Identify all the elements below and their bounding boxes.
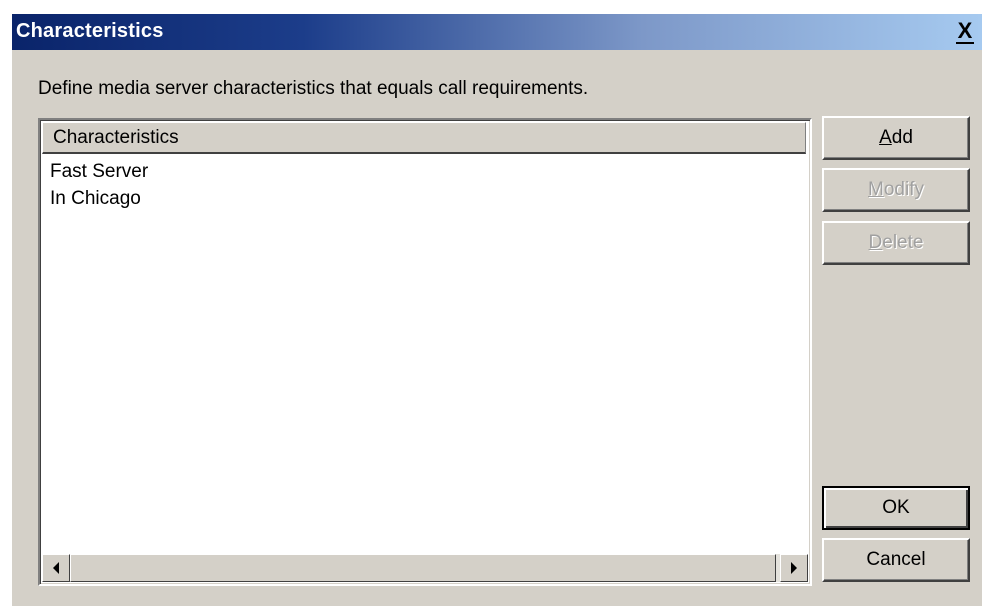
scroll-left-arrow-icon — [53, 562, 59, 574]
list-rows: Fast Server In Chicago — [50, 158, 806, 212]
ok-button[interactable]: OK — [822, 486, 970, 530]
delete-accelerator: D — [868, 232, 883, 253]
scroll-left-button[interactable] — [42, 554, 70, 582]
scroll-thumb[interactable] — [70, 554, 776, 582]
scroll-right-button[interactable] — [780, 554, 808, 582]
modify-accelerator: M — [868, 179, 884, 200]
modify-label-rest: odify — [883, 179, 924, 200]
add-button[interactable]: Add — [822, 116, 970, 160]
dialog-title: Characteristics — [16, 20, 164, 42]
cancel-button[interactable]: Cancel — [822, 538, 970, 582]
list-item[interactable]: Fast Server — [50, 158, 806, 185]
characteristics-listview[interactable]: Characteristics Fast Server In Chicago — [38, 118, 812, 586]
delete-button[interactable]: Delete — [822, 221, 970, 265]
scroll-right-arrow-icon — [791, 562, 797, 574]
list-item[interactable]: In Chicago — [50, 185, 806, 212]
add-label-rest: dd — [891, 127, 913, 148]
close-button[interactable]: X — [950, 18, 980, 46]
add-accelerator: A — [879, 127, 892, 148]
title-bar[interactable]: Characteristics X — [12, 14, 982, 50]
modify-button[interactable]: Modify — [822, 168, 970, 212]
cancel-label: Cancel — [866, 549, 926, 570]
ok-label: OK — [882, 497, 910, 518]
dialog-description: Define media server characteristics that… — [38, 78, 589, 99]
horizontal-scrollbar[interactable] — [42, 554, 808, 582]
close-icon: X — [955, 18, 975, 44]
delete-label-rest: elete — [882, 232, 924, 253]
column-header-characteristics[interactable]: Characteristics — [42, 122, 806, 154]
characteristics-dialog: Characteristics X Define media server ch… — [12, 14, 982, 606]
